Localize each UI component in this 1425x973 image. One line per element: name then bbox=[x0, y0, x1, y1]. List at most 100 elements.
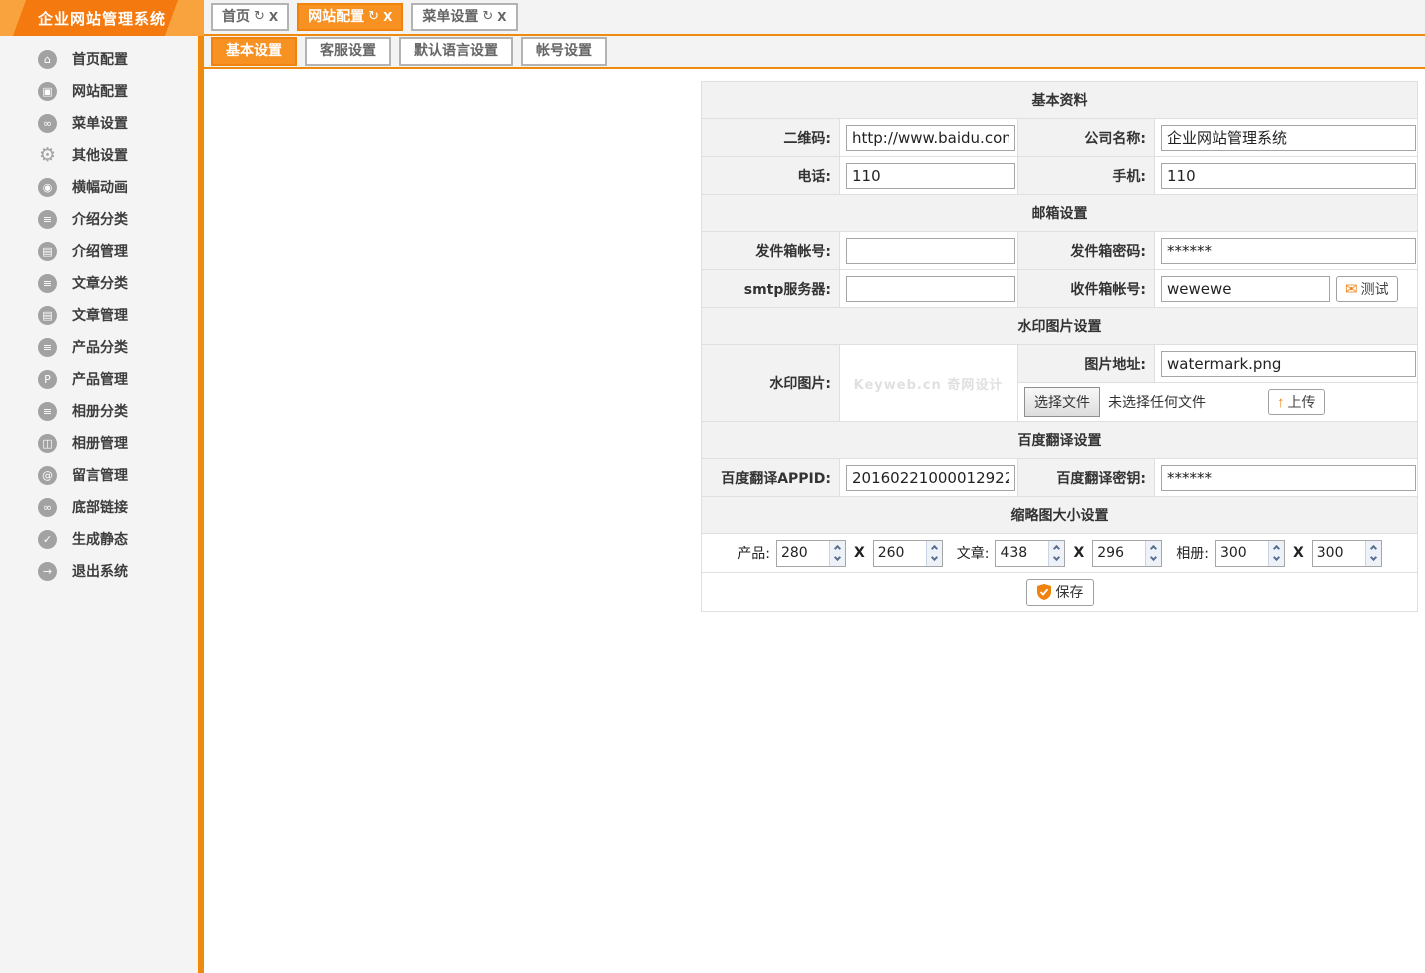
sidebar-item-exit-system[interactable]: → 退出系统 bbox=[0, 555, 198, 587]
company-name-input[interactable] bbox=[1161, 124, 1416, 151]
receiver-account-input[interactable] bbox=[1161, 275, 1330, 302]
spinner-arrows[interactable] bbox=[828, 540, 845, 566]
form-row: 电话: 手机: bbox=[702, 157, 1417, 195]
link-icon: ∞ bbox=[38, 497, 57, 517]
tab-label: 菜单设置 bbox=[422, 9, 479, 25]
mobile-label: 手机: bbox=[1018, 157, 1155, 194]
sidebar-item-footer-links[interactable]: ∞ 底部链接 bbox=[0, 491, 198, 523]
tab-site-config[interactable]: 网站配置 ↻ X bbox=[297, 3, 404, 31]
document-icon: ▤ bbox=[38, 305, 57, 325]
close-icon[interactable]: X bbox=[497, 8, 506, 26]
baidu-appid-input[interactable] bbox=[846, 464, 1015, 491]
album-size-label: 相册: bbox=[1176, 546, 1209, 562]
save-row: 保存 bbox=[702, 573, 1417, 611]
choose-file-button[interactable]: 选择文件 bbox=[1024, 387, 1100, 417]
list-icon: ≡ bbox=[38, 273, 57, 293]
tab-label: 网站配置 bbox=[308, 9, 365, 25]
close-icon[interactable]: X bbox=[383, 8, 392, 26]
form-row: 百度翻译APPID: 百度翻译密钥: bbox=[702, 459, 1417, 497]
article-size-label: 文章: bbox=[956, 546, 990, 562]
baidu-key-label: 百度翻译密钥: bbox=[1018, 459, 1155, 496]
sidebar-item-album-category[interactable]: ≡ 相册分类 bbox=[0, 395, 198, 427]
subtab-default-language[interactable]: 默认语言设置 bbox=[399, 37, 513, 66]
sidebar-item-product-category[interactable]: ≡ 产品分类 bbox=[0, 331, 198, 363]
album-width-input[interactable] bbox=[1215, 540, 1268, 566]
sidebar-item-banner-animation[interactable]: ◉ 横幅动画 bbox=[0, 171, 198, 203]
sidebar-item-menu-settings[interactable]: ∞ 菜单设置 bbox=[0, 107, 198, 139]
sidebar-item-intro-category[interactable]: ≡ 介绍分类 bbox=[0, 203, 198, 235]
tab-menu-settings[interactable]: 菜单设置 ↻ X bbox=[411, 3, 518, 31]
product-icon: P bbox=[38, 369, 57, 389]
watermark-row: 水印图片: Keyweb.cn 奇网设计 图片地址: 选择文件 未选择任何文件 bbox=[702, 345, 1417, 422]
product-width-input[interactable] bbox=[776, 540, 829, 566]
list-icon: ≡ bbox=[38, 401, 57, 421]
image-url-input[interactable] bbox=[1161, 350, 1416, 377]
image-url-label: 图片地址: bbox=[1018, 345, 1155, 382]
sub-tab-bar: 基本设置 客服设置 默认语言设置 帐号设置 bbox=[204, 36, 1425, 69]
product-height-input[interactable] bbox=[873, 540, 926, 566]
receiver-account-label: 收件箱帐号: bbox=[1018, 270, 1155, 307]
qrcode-input[interactable] bbox=[846, 124, 1015, 151]
sidebar-item-article-category[interactable]: ≡ 文章分类 bbox=[0, 267, 198, 299]
at-icon: @ bbox=[38, 465, 57, 485]
album-icon: ◫ bbox=[38, 433, 57, 453]
phone-label: 电话: bbox=[702, 157, 840, 194]
sidebar-item-home-config[interactable]: ⌂ 首页配置 bbox=[0, 43, 198, 75]
sidebar-item-album-manage[interactable]: ◫ 相册管理 bbox=[0, 427, 198, 459]
mobile-input[interactable] bbox=[1161, 162, 1416, 189]
subtab-basic-settings[interactable]: 基本设置 bbox=[211, 37, 297, 66]
tab-label: 首页 bbox=[222, 9, 250, 25]
refresh-icon[interactable]: ↻ bbox=[482, 8, 493, 26]
upload-button[interactable]: ↑ 上传 bbox=[1268, 389, 1325, 415]
save-button[interactable]: 保存 bbox=[1025, 578, 1094, 606]
window-tab-bar: 首页 ↻ X 网站配置 ↻ X 菜单设置 ↻ X bbox=[204, 0, 1425, 36]
article-height-input[interactable] bbox=[1093, 540, 1146, 566]
album-height-input[interactable] bbox=[1312, 540, 1365, 566]
spinner-arrows[interactable] bbox=[1048, 540, 1065, 566]
list-icon: ≡ bbox=[38, 209, 57, 229]
sidebar-item-site-config[interactable]: ▣ 网站配置 bbox=[0, 75, 198, 107]
sender-account-input[interactable] bbox=[846, 237, 1015, 264]
main-content: 基本资料 二维码: 公司名称: 电话: 手机: bbox=[204, 69, 1425, 973]
tab-home[interactable]: 首页 ↻ X bbox=[211, 3, 290, 31]
shield-check-icon bbox=[1036, 584, 1051, 600]
size-separator: X bbox=[1292, 545, 1304, 561]
sidebar: ⌂ 首页配置 ▣ 网站配置 ∞ 菜单设置 ⚙ 其他设置 ◉ 横幅动画 ≡ 介绍分… bbox=[0, 36, 204, 973]
subtab-account-settings[interactable]: 帐号设置 bbox=[521, 37, 607, 66]
logout-arrow-icon: → bbox=[38, 561, 57, 581]
link-icon: ∞ bbox=[38, 113, 57, 133]
sidebar-item-generate-static[interactable]: ✓ 生成静态 bbox=[0, 523, 198, 555]
spinner-arrows[interactable] bbox=[1267, 540, 1284, 566]
sidebar-item-intro-manage[interactable]: ▤ 介绍管理 bbox=[0, 235, 198, 267]
article-width-input[interactable] bbox=[996, 540, 1049, 566]
section-header-email: 邮箱设置 bbox=[702, 195, 1417, 232]
section-header-baidu-translate: 百度翻译设置 bbox=[702, 422, 1417, 459]
home-icon: ⌂ bbox=[38, 49, 57, 69]
sidebar-item-message-manage[interactable]: @ 留言管理 bbox=[0, 459, 198, 491]
section-header-thumbnail: 缩略图大小设置 bbox=[702, 497, 1417, 534]
smtp-server-input[interactable] bbox=[846, 275, 1015, 302]
close-icon[interactable]: X bbox=[269, 8, 278, 26]
sender-account-label: 发件箱帐号: bbox=[702, 232, 840, 269]
refresh-icon[interactable]: ↻ bbox=[368, 8, 379, 26]
sidebar-item-other-settings[interactable]: ⚙ 其他设置 bbox=[0, 139, 198, 171]
app-title: 企业网站管理系统 bbox=[37, 9, 166, 28]
sender-password-label: 发件箱密码: bbox=[1018, 232, 1155, 269]
phone-input[interactable] bbox=[846, 162, 1015, 189]
spinner-arrows[interactable] bbox=[1364, 540, 1381, 566]
form-row: 发件箱帐号: 发件箱密码: bbox=[702, 232, 1417, 270]
subtab-customer-service[interactable]: 客服设置 bbox=[305, 37, 391, 66]
sidebar-item-product-manage[interactable]: P 产品管理 bbox=[0, 363, 198, 395]
baidu-key-input[interactable] bbox=[1161, 464, 1416, 491]
list-icon: ≡ bbox=[38, 337, 57, 357]
sidebar-item-article-manage[interactable]: ▤ 文章管理 bbox=[0, 299, 198, 331]
book-icon: ▤ bbox=[38, 241, 57, 261]
size-separator: X bbox=[853, 545, 865, 561]
app-logo: 企业网站管理系统 bbox=[0, 0, 204, 36]
spinner-arrows[interactable] bbox=[925, 540, 942, 566]
test-email-button[interactable]: ✉ 测试 bbox=[1336, 275, 1398, 302]
spinner-arrows[interactable] bbox=[1145, 540, 1162, 566]
refresh-icon[interactable]: ↻ bbox=[254, 8, 265, 26]
sender-password-input[interactable] bbox=[1161, 237, 1416, 264]
monitor-icon: ▣ bbox=[38, 81, 57, 101]
